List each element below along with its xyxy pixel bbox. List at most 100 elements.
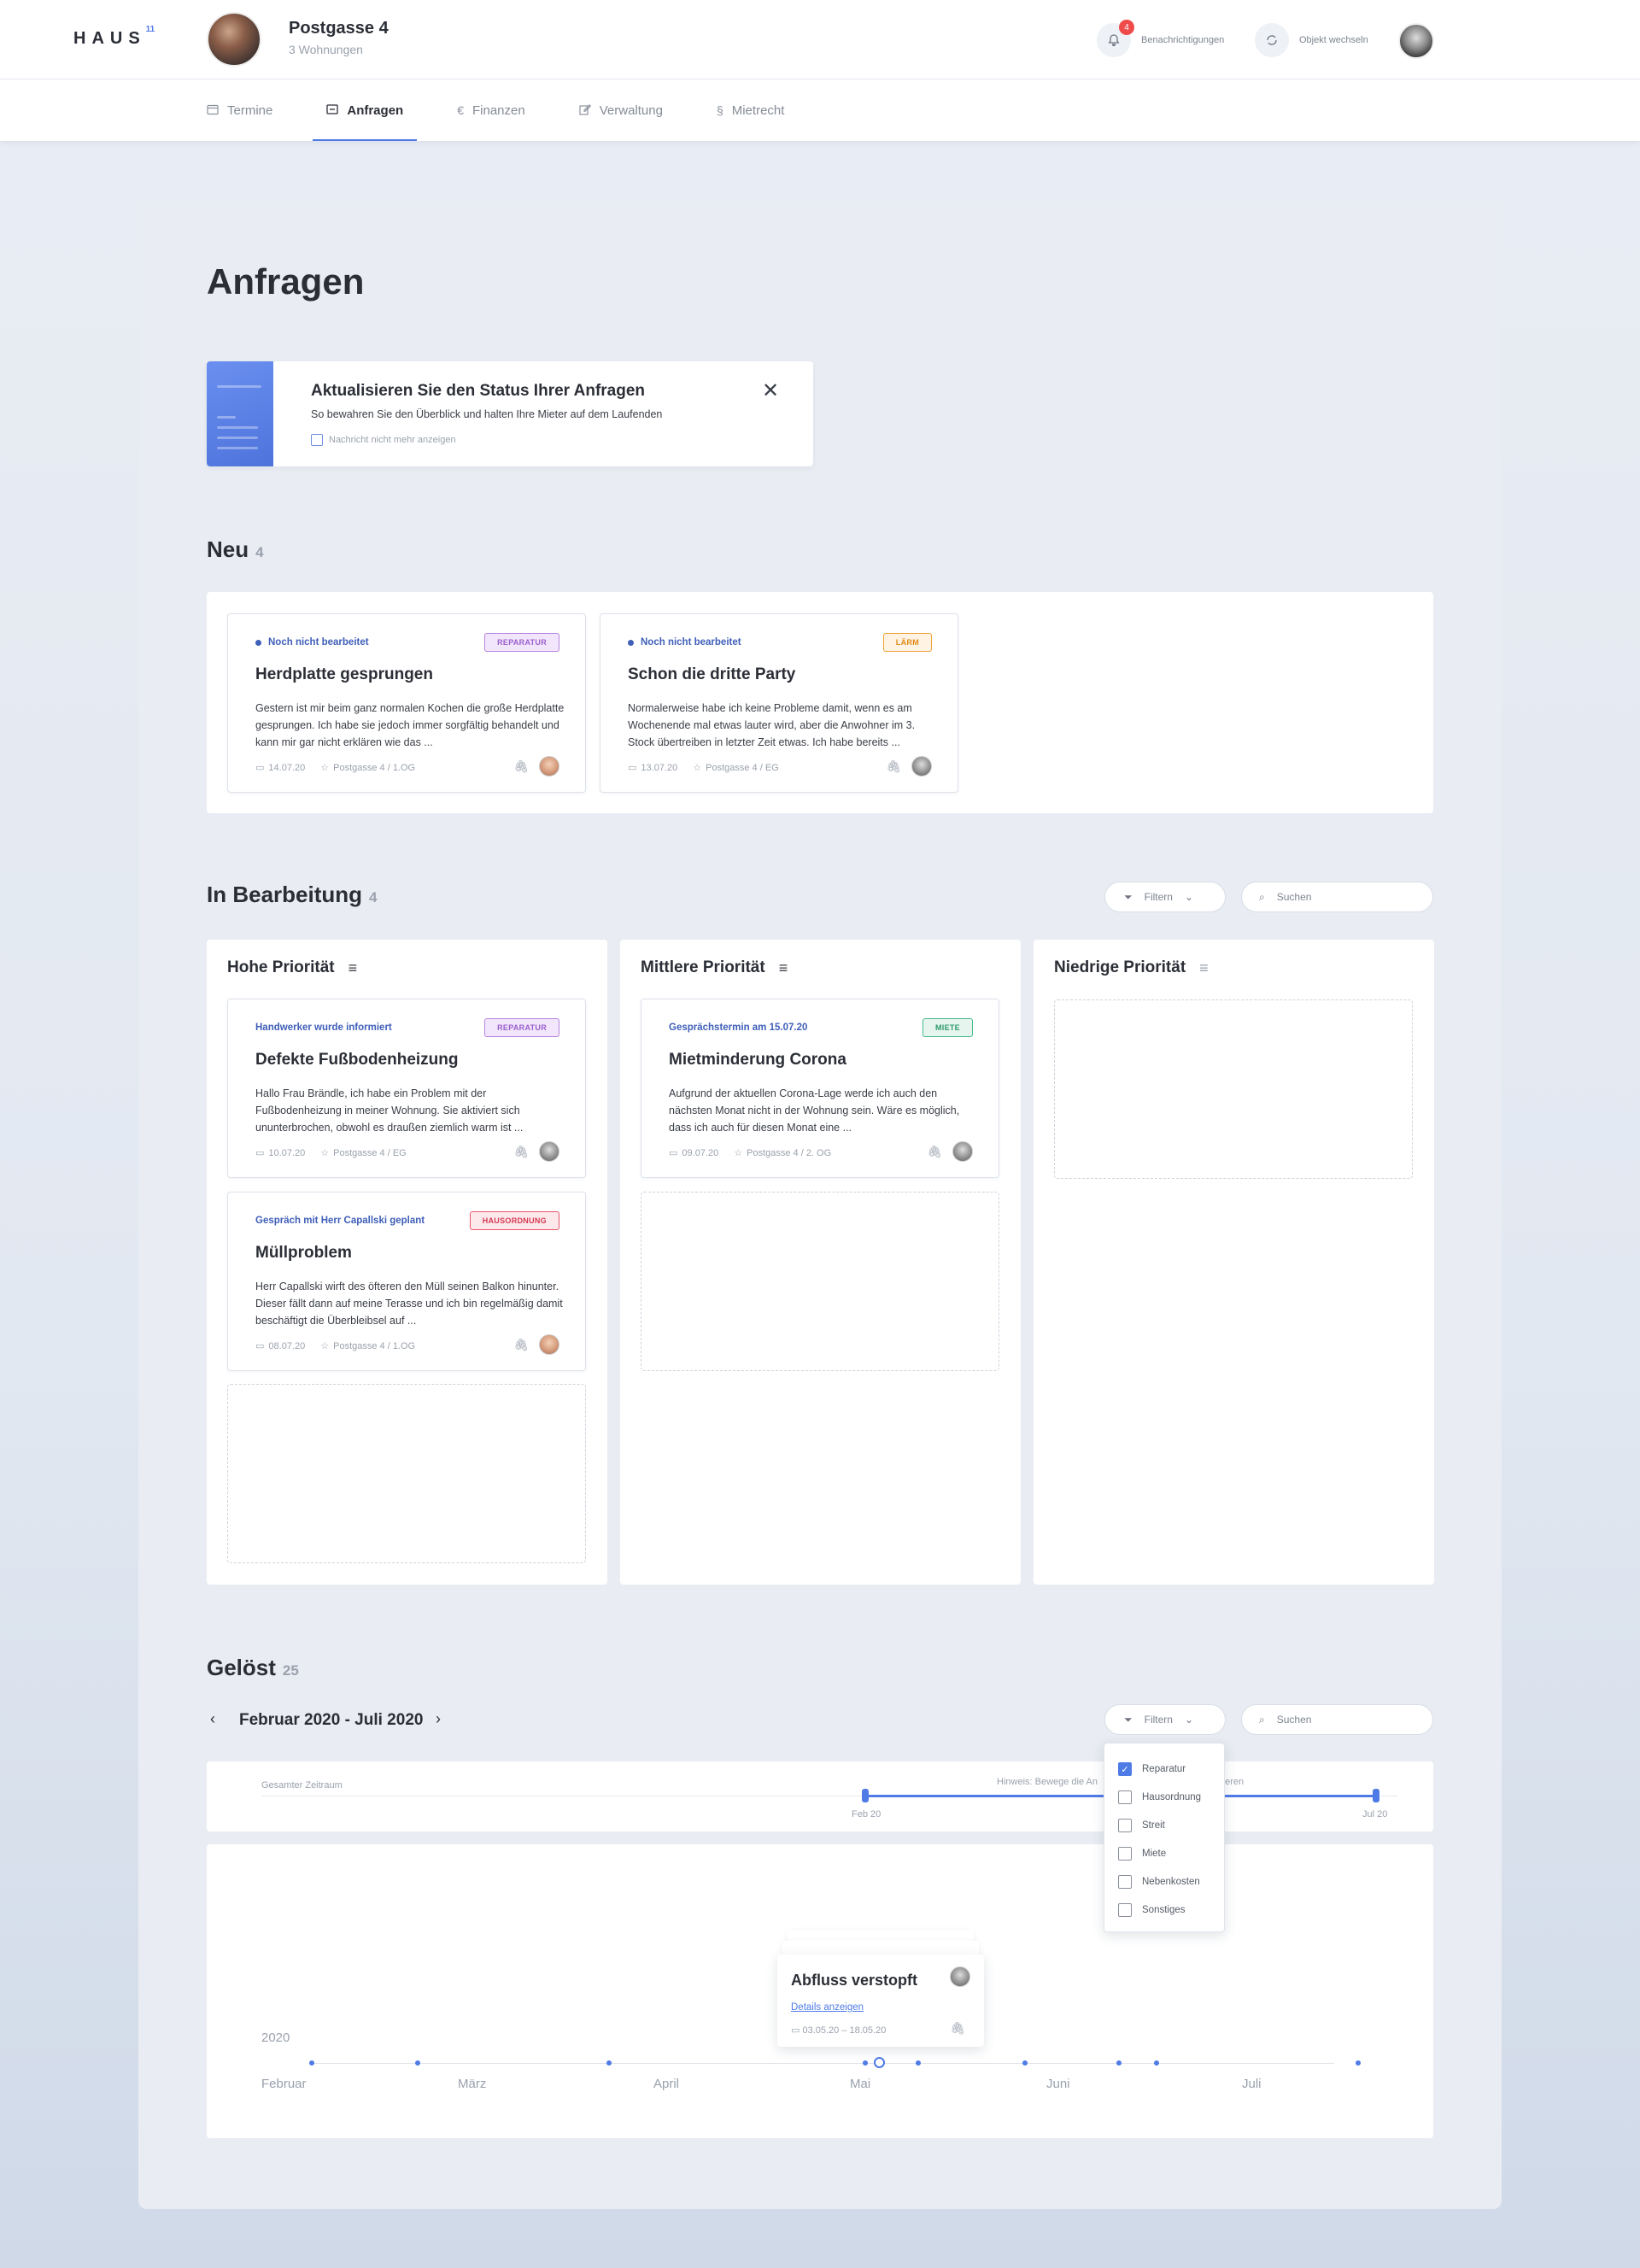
- request-card[interactable]: Noch nicht bearbeitet LÄRM Schon die dri…: [600, 613, 958, 793]
- section-count: 25: [282, 1662, 299, 1679]
- request-card[interactable]: Gesprächstermin am 15.07.20 MIETE Mietmi…: [641, 999, 999, 1178]
- tab-anfragen[interactable]: Anfragen: [313, 79, 418, 141]
- timeline-dot[interactable]: [1356, 2060, 1361, 2066]
- request-card[interactable]: Noch nicht bearbeitet REPARATUR Herdplat…: [227, 613, 586, 793]
- month-label: Juli: [1242, 2077, 1262, 2091]
- timeline-year: 2020: [261, 2031, 290, 2045]
- timeline-dot[interactable]: [916, 2060, 921, 2066]
- filter-button[interactable]: ⏷ Filtern ⌄: [1104, 882, 1226, 912]
- calendar-icon: ▭: [791, 2025, 803, 2036]
- status-text: Noch nicht bearbeitet: [641, 637, 741, 648]
- paperclip-icon[interactable]: 🖇: [513, 1338, 529, 1352]
- tab-termine[interactable]: Termine: [207, 79, 272, 141]
- drop-zone[interactable]: [1054, 999, 1413, 1179]
- checkbox-box[interactable]: [1118, 1847, 1132, 1861]
- paperclip-icon[interactable]: 🖇: [886, 759, 901, 774]
- card-meta: ▭ 09.07.20 ☆ Postgasse 4 / 2. OG: [669, 1147, 831, 1158]
- check-icon[interactable]: ✓: [1118, 1762, 1132, 1776]
- request-card[interactable]: Gespräch mit Herr Capallski geplant HAUS…: [227, 1192, 586, 1371]
- tab-label: Termine: [227, 103, 273, 118]
- sort-icon[interactable]: ≡: [348, 959, 358, 977]
- chevron-down-icon: ⌄: [1184, 1714, 1194, 1726]
- filter-option-label: Hausordnung: [1142, 1792, 1202, 1802]
- sort-icon[interactable]: ≡: [1199, 959, 1209, 977]
- card-title: Schon die dritte Party: [628, 665, 796, 683]
- timeline-dot-selected[interactable]: [874, 2057, 885, 2068]
- search-input[interactable]: ⌕ Suchen: [1241, 882, 1433, 912]
- range-end-label: Jul 20: [1362, 1809, 1388, 1820]
- tab-mietrecht[interactable]: § Mietrecht: [717, 79, 784, 141]
- timeline-dot[interactable]: [309, 2060, 314, 2066]
- search-icon: ⌕: [1259, 1713, 1265, 1726]
- paperclip-icon[interactable]: 🖇: [513, 1145, 529, 1159]
- inbox-icon: [326, 103, 339, 118]
- chevron-right-icon[interactable]: ›: [436, 1710, 441, 1728]
- filter-button[interactable]: ⏷ Filtern ⌄: [1104, 1704, 1226, 1735]
- drop-zone[interactable]: [227, 1384, 586, 1563]
- page-title: Anfragen: [207, 261, 365, 302]
- card-date: ▭ 13.07.20: [628, 762, 677, 773]
- dont-show-again-checkbox[interactable]: Nachricht nicht mehr anzeigen: [311, 434, 456, 446]
- refresh-icon: [1255, 23, 1289, 57]
- month-label: Mai: [850, 2077, 871, 2091]
- tab-finanzen[interactable]: € Finanzen: [457, 79, 525, 141]
- card-meta: ▭ 08.07.20 ☆ Postgasse 4 / 1.OG: [255, 1340, 415, 1351]
- bell-icon: 4: [1097, 20, 1134, 57]
- hint-illustration: [207, 361, 273, 466]
- checkbox-box[interactable]: [1118, 1875, 1132, 1889]
- logo[interactable]: HAUS11: [73, 25, 155, 49]
- checkbox-box[interactable]: [1118, 1819, 1132, 1832]
- switch-property-button[interactable]: Objekt wechseln: [1255, 23, 1368, 57]
- card-body: Gestern ist mir beim ganz normalen Koche…: [255, 702, 565, 748]
- request-card[interactable]: Handwerker wurde informiert REPARATUR De…: [227, 999, 586, 1178]
- tenant-avatar: [539, 1141, 559, 1162]
- sort-icon[interactable]: ≡: [779, 959, 788, 977]
- range-handle-end[interactable]: [1373, 1789, 1379, 1802]
- paperclip-icon[interactable]: 🖇: [513, 759, 529, 774]
- close-icon[interactable]: ✕: [762, 378, 779, 403]
- filter-option-label: Nebenkosten: [1142, 1877, 1200, 1887]
- filter-option[interactable]: Sonstiges: [1118, 1903, 1186, 1917]
- hint-text: So bewahren Sie den Überblick und halten…: [311, 408, 663, 420]
- range-handle-start[interactable]: [862, 1789, 869, 1802]
- header-row: HAUS11 Postgasse 4 3 Wohnungen 4 Benachr…: [0, 0, 1640, 79]
- date-text: 13.07.20: [641, 763, 678, 773]
- search-placeholder: Suchen: [1276, 1714, 1312, 1726]
- checkbox-box[interactable]: [1118, 1790, 1132, 1804]
- card-date: ▭ 08.07.20: [255, 1340, 305, 1351]
- category-tag: LÄRM: [882, 633, 932, 652]
- filter-option[interactable]: ✓ Reparatur: [1118, 1762, 1186, 1776]
- location-text: Postgasse 4 / 1.OG: [333, 1341, 416, 1351]
- checkbox-box[interactable]: [311, 434, 323, 446]
- card-location: ☆ Postgasse 4 / 1.OG: [320, 762, 415, 773]
- chevron-left-icon[interactable]: ‹: [210, 1710, 215, 1728]
- filter-option[interactable]: Miete: [1118, 1847, 1166, 1861]
- notifications-button[interactable]: 4 Benachrichtigungen: [1097, 20, 1225, 57]
- notifications-label: Benachrichtigungen: [1141, 35, 1225, 45]
- filter-option[interactable]: Nebenkosten: [1118, 1875, 1200, 1889]
- timeline-dot[interactable]: [1116, 2060, 1122, 2066]
- timeline-dot[interactable]: [1022, 2060, 1028, 2066]
- paperclip-icon[interactable]: 🖇: [950, 2021, 965, 2036]
- search-input[interactable]: ⌕ Suchen: [1241, 1704, 1433, 1735]
- tenant-avatar: [911, 756, 932, 777]
- timeline-dot[interactable]: [415, 2060, 420, 2066]
- popup-dates: ▭ 03.05.20 – 18.05.20: [791, 2025, 886, 2036]
- filter-option[interactable]: Hausordnung: [1118, 1790, 1201, 1804]
- date-text: 08.07.20: [268, 1341, 306, 1351]
- details-link[interactable]: Details anzeigen: [791, 2002, 864, 2013]
- drop-zone[interactable]: [641, 1192, 999, 1371]
- timeline-dot[interactable]: [606, 2060, 612, 2066]
- timeline-dot[interactable]: [863, 2060, 868, 2066]
- checkbox-box[interactable]: [1118, 1903, 1132, 1917]
- user-avatar[interactable]: [1398, 23, 1434, 59]
- tab-verwaltung[interactable]: Verwaltung: [579, 79, 663, 141]
- card-meta: ▭ 14.07.20 ☆ Postgasse 4 / 1.OG: [255, 762, 415, 773]
- resolved-request-popup[interactable]: Abfluss verstopft Details anzeigen ▭ 03.…: [777, 1954, 984, 2047]
- filter-option[interactable]: Streit: [1118, 1819, 1165, 1832]
- paperclip-icon[interactable]: 🖇: [927, 1145, 942, 1159]
- timeline-dot[interactable]: [1154, 2060, 1159, 2066]
- status-label: Gespräch mit Herr Capallski geplant: [255, 1216, 425, 1226]
- property-photo[interactable]: [207, 12, 261, 67]
- section-count: 4: [369, 889, 378, 905]
